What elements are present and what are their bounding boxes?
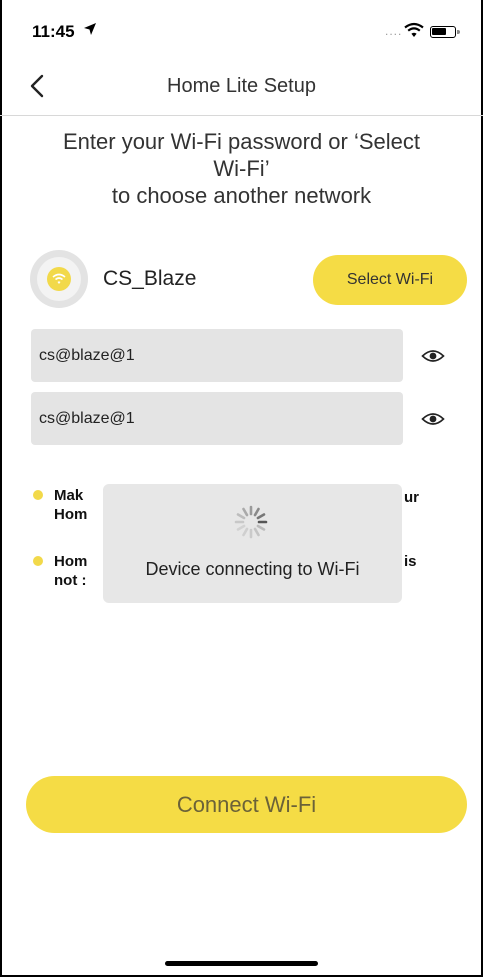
location-arrow-icon	[83, 22, 97, 40]
instruction-line-3: to choose another network	[111, 183, 372, 208]
note-bullet	[33, 556, 43, 566]
instruction-text: Enter your Wi-Fi password or ‘Select Wi-…	[20, 128, 463, 209]
toast-message: Device connecting to Wi-Fi	[145, 559, 360, 579]
connect-wifi-button[interactable]: Connect Wi-Fi	[26, 776, 467, 833]
instruction-line-1: Enter your Wi-Fi password or ‘Select	[63, 129, 420, 154]
page-title: Home Lite Setup	[167, 75, 316, 97]
note-item: Hom not :	[54, 552, 104, 590]
note-item: Mak Hom	[54, 486, 104, 524]
note-bullet	[33, 490, 43, 500]
eye-icon[interactable]	[421, 348, 445, 364]
loading-toast: Device connecting to Wi-Fi	[103, 484, 402, 603]
note-tail: ur	[404, 489, 419, 506]
confirm-password-field[interactable]: cs@blaze@1	[31, 392, 403, 445]
network-name: CS_Blaze	[103, 267, 197, 290]
instruction-line-2: Wi-Fi’	[213, 156, 270, 181]
wifi-signal-icon	[30, 250, 88, 308]
network-row: CS_Blaze Select Wi-Fi	[0, 250, 483, 310]
note-tail: is	[404, 553, 417, 570]
battery-icon	[430, 26, 460, 38]
eye-icon[interactable]	[421, 411, 445, 427]
note-line: Mak	[54, 487, 84, 504]
note-line: not :	[54, 572, 87, 589]
wifi-icon	[404, 22, 424, 38]
home-indicator[interactable]	[165, 961, 318, 966]
signal-dots: ....	[385, 24, 403, 38]
spinner-icon	[233, 504, 269, 540]
status-bar: 11:45 ....	[0, 0, 483, 60]
status-time: 11:45	[32, 22, 75, 41]
password-field[interactable]: cs@blaze@1	[31, 329, 403, 382]
select-wifi-button[interactable]: Select Wi-Fi	[313, 255, 467, 305]
note-line: Hom	[54, 506, 88, 523]
note-line: Hom	[54, 553, 88, 570]
nav-bar: Home Lite Setup	[0, 60, 483, 116]
